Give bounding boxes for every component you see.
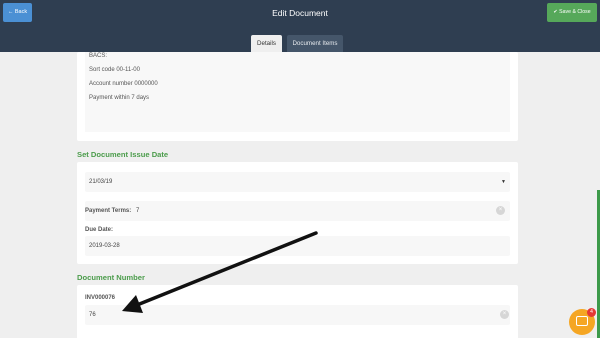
payment-line: Payment within 7 days <box>89 95 150 101</box>
due-date-label: Due Date: <box>85 227 114 233</box>
tab-document-items[interactable]: Document Items <box>287 35 343 52</box>
page-title: Edit Document <box>272 8 328 18</box>
notification-badge: 4 <box>587 308 596 317</box>
issue-date-select[interactable]: 21/03/19 ▼ <box>85 172 510 192</box>
issue-date-value: 21/03/19 <box>89 179 113 185</box>
due-date-value: 2019-03-28 <box>89 243 120 249</box>
caret-down-icon: ▼ <box>501 179 506 185</box>
payment-terms-field: Payment Terms: 7 <box>85 201 510 221</box>
top-bar: ← Back Edit Document ✔ Save & Close Deta… <box>0 0 600 52</box>
save-and-close-button[interactable]: ✔ Save & Close <box>547 3 597 22</box>
payment-terms-label: Payment Terms: <box>85 208 132 214</box>
payment-line: Account number 0000000 <box>89 81 158 87</box>
document-number-value: 76 <box>89 312 96 318</box>
document-number-input[interactable]: 76 <box>85 305 510 325</box>
chat-icon <box>576 316 588 326</box>
due-date-field: 2019-03-28 <box>85 236 510 256</box>
payment-line: BACS: <box>89 53 108 59</box>
clear-document-number-icon[interactable]: × <box>500 310 509 319</box>
document-number-heading: Document Number <box>77 273 145 282</box>
tab-details[interactable]: Details <box>251 35 282 52</box>
payment-terms-input[interactable]: 7 <box>136 201 139 221</box>
clear-payment-terms-icon[interactable]: × <box>496 206 505 215</box>
payment-line: Sort code 00-11-00 <box>89 67 140 73</box>
issue-date-heading: Set Document Issue Date <box>77 150 169 159</box>
payment-info-textarea[interactable] <box>85 52 510 132</box>
document-number-display: INV000076 <box>85 295 116 301</box>
